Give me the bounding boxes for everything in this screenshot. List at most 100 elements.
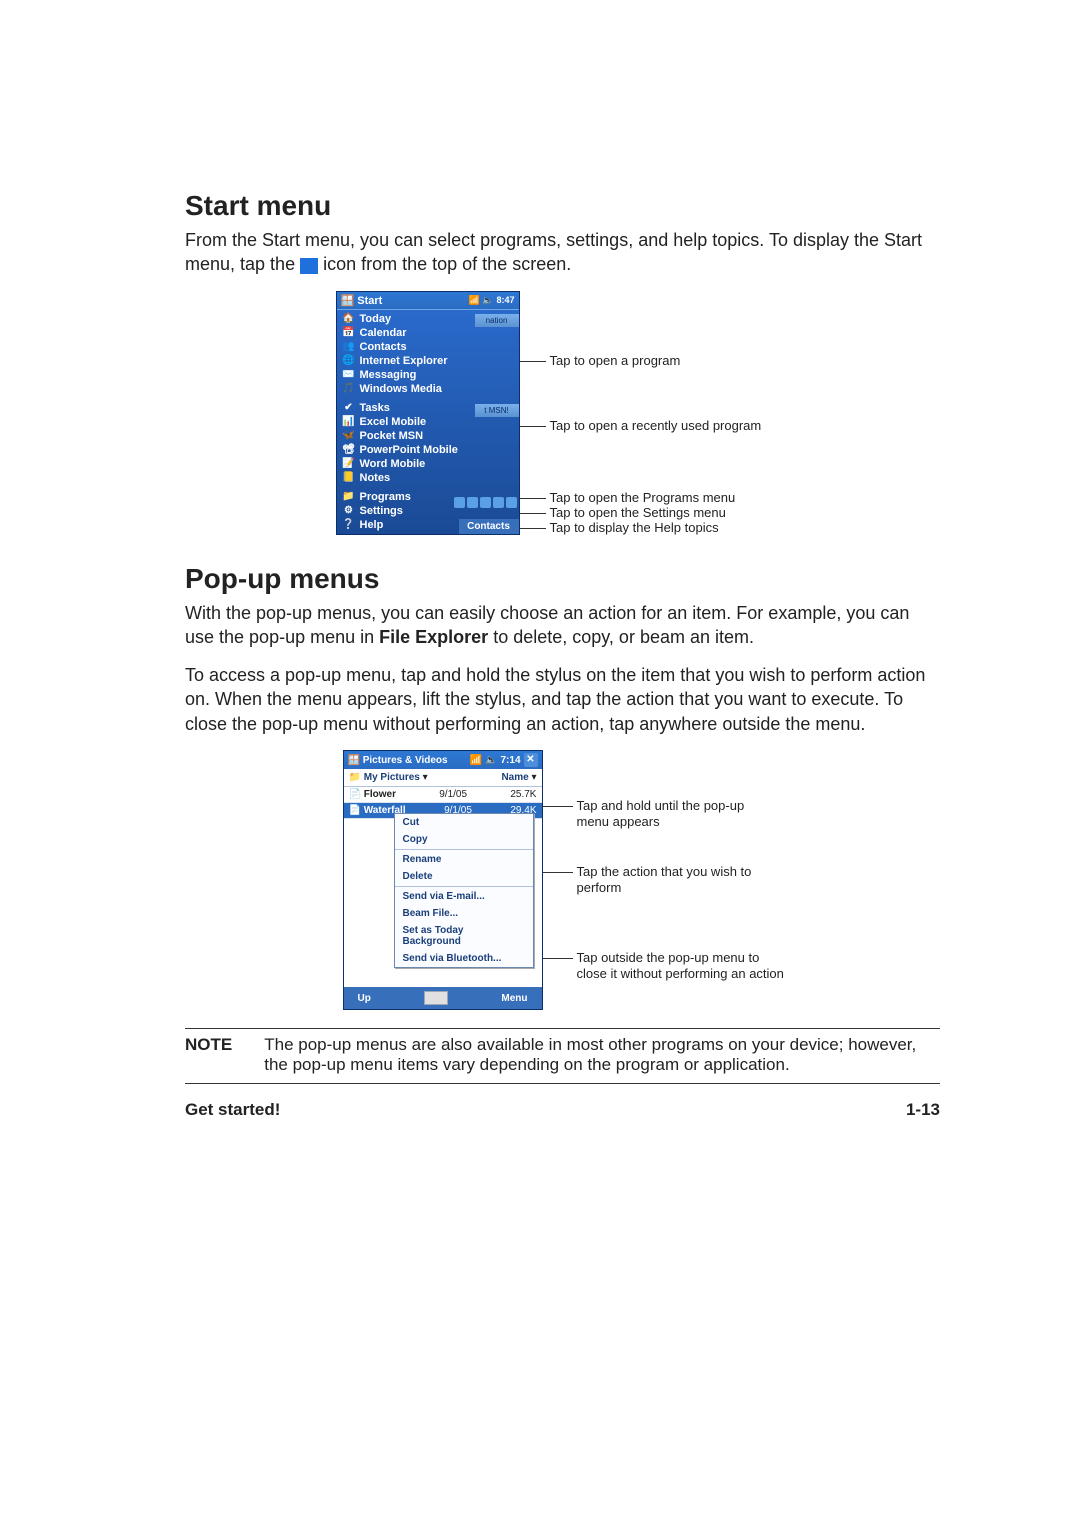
startmenu-time: 8:47 (496, 295, 514, 305)
popup-title: Pictures & Videos (363, 755, 448, 766)
startmenu-item-label: Contacts (360, 341, 407, 353)
popup-titlebar: 🪟 Pictures & Videos 📶 🔈 7:14 ✕ (344, 751, 542, 769)
footer-page-number: 1-13 (906, 1100, 940, 1120)
divider (185, 1083, 940, 1084)
context-menu-item[interactable]: Copy (395, 831, 533, 848)
popup-folder[interactable]: My Pictures (364, 772, 420, 783)
note-heading: NOTE (185, 1035, 232, 1075)
file-name: 📄 Flower (349, 789, 396, 800)
startmenu-item[interactable]: 📽 PowerPoint Mobile (337, 443, 519, 457)
startmenu-item[interactable]: 🦋 Pocket MSN (337, 429, 519, 443)
app-icon: 📁 (343, 491, 355, 503)
note-block: NOTE The pop-up menus are also available… (185, 1035, 940, 1075)
bold-file-explorer: File Explorer (379, 627, 488, 647)
context-menu-item[interactable]: Send via Bluetooth... (395, 950, 533, 967)
file-row[interactable]: 📄 Flower 9/1/05 25.7K (344, 787, 542, 803)
startmenu-title: Start (357, 295, 382, 307)
startmenu-item-label: Tasks (360, 402, 390, 414)
start-menu-intro: From the Start menu, you can select prog… (185, 228, 940, 277)
start-intro-b: icon from the top of the screen. (323, 254, 571, 274)
popup-para1: With the pop-up menus, you can easily ch… (185, 601, 940, 650)
startmenu-item-label: PowerPoint Mobile (360, 444, 458, 456)
app-icon: 👥 (343, 341, 355, 353)
app-icon: 🎵 (343, 383, 355, 395)
context-menu-item[interactable]: Send via E-mail... (395, 888, 533, 905)
startmenu-item[interactable]: 📒 Notes (337, 471, 519, 485)
startmenu-softkey: Contacts (459, 519, 519, 534)
callout-recent-program: Tap to open a recently used program (550, 418, 762, 433)
startmenu-item-label: Pocket MSN (360, 430, 424, 442)
startmenu-item-label: Today (360, 313, 392, 325)
divider (185, 1028, 940, 1029)
heading-popup-menus: Pop-up menus (185, 563, 940, 595)
page-footer: Get started! 1-13 (185, 1100, 940, 1120)
softkey-up[interactable]: Up (358, 993, 371, 1004)
note-body: The pop-up menus are also available in m… (264, 1035, 940, 1075)
page: Start menu From the Start menu, you can … (0, 0, 1080, 1240)
app-icon: 📅 (343, 327, 355, 339)
startmenu-screenshot: 🪟 Start 📶 🔈 8:47 nation 🏠Today📅Calendar👥… (336, 291, 520, 535)
callout-tap-outside: Tap outside the pop-up menu to close it … (577, 950, 787, 983)
popup-para2: To access a pop-up menu, tap and hold th… (185, 663, 940, 736)
startmenu-item-label: Windows Media (360, 383, 442, 395)
app-icon: ❔ (343, 519, 355, 531)
context-menu-item[interactable]: Rename (395, 851, 533, 868)
footer-section: Get started! (185, 1100, 280, 1120)
keyboard-icon[interactable] (424, 991, 448, 1005)
startmenu-item[interactable]: 📊 Excel Mobile (337, 415, 519, 429)
file-date: 9/1/05 (439, 789, 467, 800)
startmenu-item-label: Internet Explorer (360, 355, 448, 367)
app-icon: 📒 (343, 472, 355, 484)
popup-sort[interactable]: Name (501, 772, 528, 783)
startmenu-item-label: Messaging (360, 369, 417, 381)
startmenu-item[interactable]: 📅 Calendar (337, 326, 519, 340)
heading-start-menu: Start menu (185, 190, 940, 222)
startmenu-status-icons: 📶 🔈 8:47 (469, 295, 515, 306)
startmenu-tray-icons (454, 497, 517, 508)
file-size: 25.7K (510, 789, 536, 800)
app-icon: ⚙ (343, 505, 355, 517)
startmenu-item[interactable]: 📝 Word Mobile (337, 457, 519, 471)
app-icon: 🦋 (343, 430, 355, 442)
context-menu-item[interactable]: Beam File... (395, 905, 533, 922)
startmenu-item[interactable]: 👥 Contacts (337, 340, 519, 354)
callout-tap-hold: Tap and hold until the pop-up menu appea… (577, 798, 767, 831)
startmenu-item[interactable]: 🌐 Internet Explorer (337, 354, 519, 368)
startmenu-item-label: Word Mobile (360, 458, 426, 470)
context-menu-item[interactable]: Delete (395, 868, 533, 885)
figure-popup: 🪟 Pictures & Videos 📶 🔈 7:14 ✕ 📁 My Pict… (185, 750, 940, 1010)
startmenu-item-label: Settings (360, 505, 403, 517)
popup-softkeys: Up Menu (344, 987, 542, 1009)
callout-programs-menu: Tap to open the Programs menu (550, 490, 736, 505)
callout-settings-menu: Tap to open the Settings menu (550, 505, 726, 520)
startmenu-item-label: Programs (360, 491, 411, 503)
callout-help-topics: Tap to display the Help topics (550, 520, 719, 535)
callout-open-program: Tap to open a program (550, 353, 681, 368)
startmenu-item[interactable]: ✉️ Messaging (337, 368, 519, 382)
startmenu-item[interactable]: 🎵 Windows Media (337, 382, 519, 396)
app-icon: 📝 (343, 458, 355, 470)
startmenu-side-hint: t MSN! (475, 404, 519, 417)
popup-time: 7:14 (500, 755, 520, 766)
popup-screenshot: 🪟 Pictures & Videos 📶 🔈 7:14 ✕ 📁 My Pict… (343, 750, 543, 1010)
softkey-menu[interactable]: Menu (501, 993, 527, 1004)
startmenu-side-panel: nation (475, 314, 519, 327)
app-icon: 🌐 (343, 355, 355, 367)
figure-start-menu: 🪟 Start 📶 🔈 8:47 nation 🏠Today📅Calendar👥… (185, 291, 940, 535)
startmenu-item-label: Notes (360, 472, 391, 484)
context-menu-item[interactable]: Cut (395, 814, 533, 831)
popup-context-menu: CutCopy RenameDelete Send via E-mail...Bea… (394, 813, 534, 968)
context-menu-item[interactable]: Set as Today Background (395, 922, 533, 950)
popup-breadcrumb: 📁 My Pictures ▾ Name ▾ (344, 769, 542, 787)
startmenu-item-label: Calendar (360, 327, 407, 339)
close-icon[interactable]: ✕ (524, 753, 538, 767)
app-icon: 📽 (343, 444, 355, 456)
app-icon: 🏠 (343, 313, 355, 325)
app-icon: ✉️ (343, 369, 355, 381)
startmenu-item-label: Excel Mobile (360, 416, 427, 428)
startmenu-item-label: Help (360, 519, 384, 531)
app-icon: 📊 (343, 416, 355, 428)
windows-start-icon (300, 258, 318, 274)
callout-tap-action: Tap the action that you wish to perform (577, 864, 767, 897)
startmenu-title-bar: 🪟 Start 📶 🔈 8:47 (337, 292, 519, 310)
